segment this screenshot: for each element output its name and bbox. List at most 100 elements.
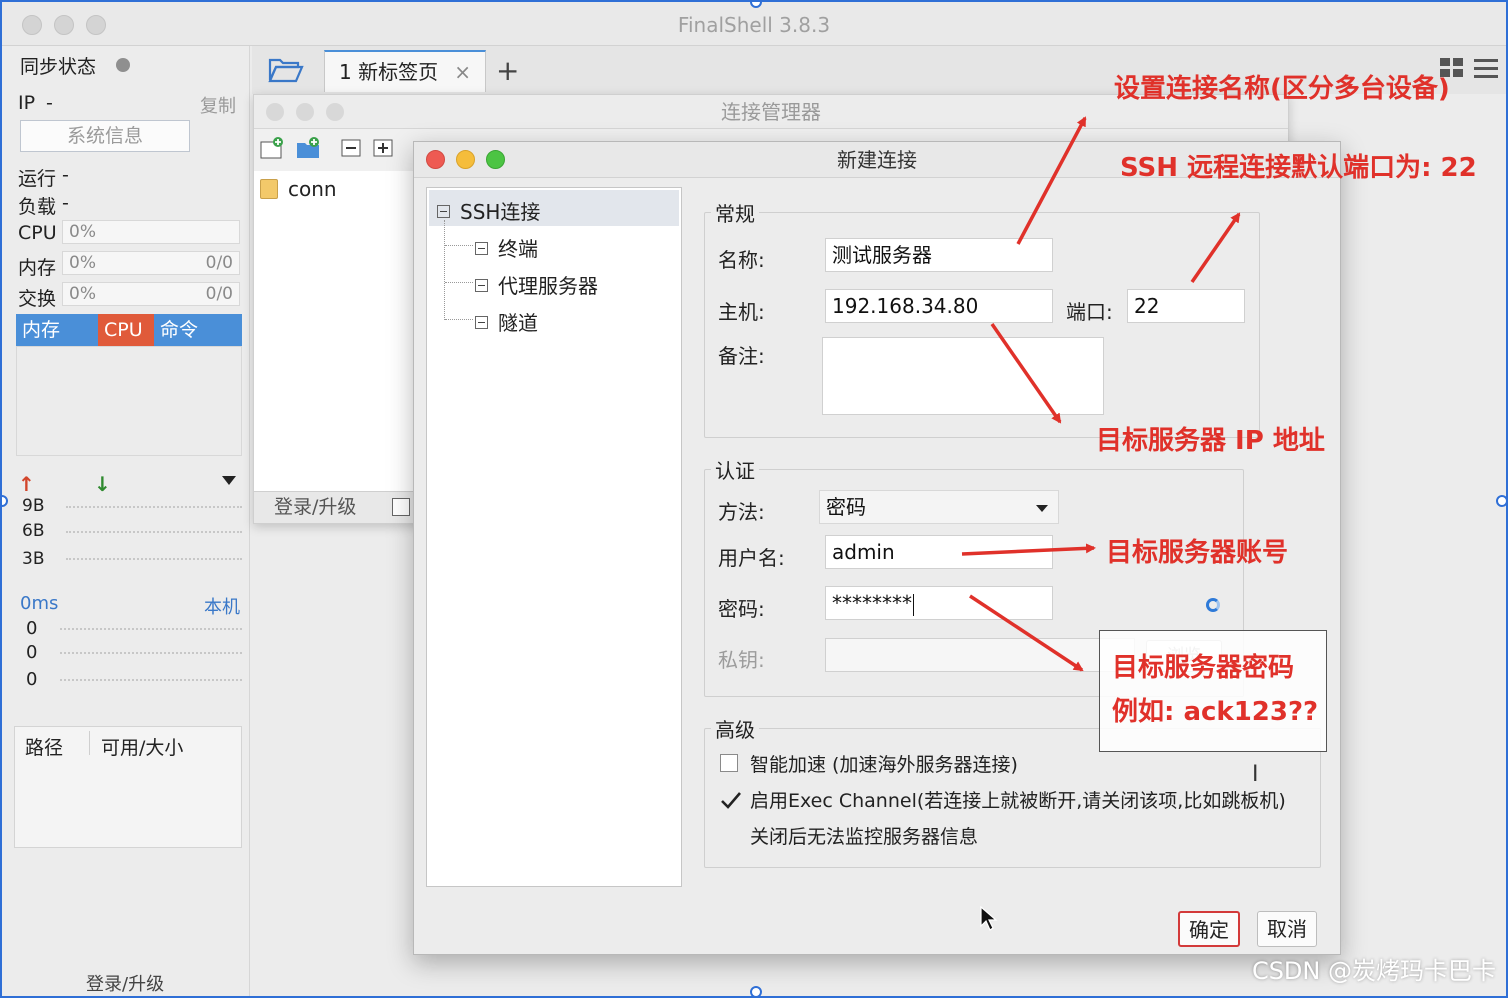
note-label: 备注: bbox=[718, 344, 765, 368]
column-divider bbox=[89, 731, 90, 755]
annotation-password-tip: 目标服务器密码 bbox=[1112, 653, 1295, 683]
net-tick-3b: 3B bbox=[22, 549, 45, 569]
close-dialog-button[interactable] bbox=[426, 150, 445, 169]
run-value: - bbox=[62, 164, 69, 186]
login-upgrade-link[interactable]: 登录/升级 bbox=[274, 496, 356, 518]
list-item[interactable]: conn bbox=[258, 177, 408, 203]
close-tab-icon[interactable]: × bbox=[454, 52, 471, 92]
tree-node-proxy[interactable]: 代理服务器 bbox=[475, 270, 598, 299]
run-label: 运行 bbox=[18, 168, 57, 190]
name-label: 名称: bbox=[718, 248, 765, 272]
latency-grid-line bbox=[60, 679, 242, 681]
tree-guide-line bbox=[445, 319, 473, 320]
net-tick-9b: 9B bbox=[22, 496, 45, 516]
exec-channel-checkbox[interactable] bbox=[720, 790, 741, 809]
open-folder-icon[interactable] bbox=[268, 56, 304, 84]
minimize-dialog-button[interactable] bbox=[456, 150, 475, 169]
collapse-all-icon[interactable] bbox=[340, 137, 364, 159]
net-grid-line bbox=[66, 558, 242, 560]
cpu-label: CPU bbox=[18, 222, 57, 244]
ok-button[interactable]: 确定 bbox=[1178, 911, 1240, 947]
selection-handle[interactable] bbox=[2, 495, 8, 507]
private-key-field[interactable] bbox=[825, 638, 1135, 672]
column-header-available-size[interactable]: 可用/大小 bbox=[101, 733, 183, 760]
copy-ip-link[interactable]: 复制 bbox=[200, 92, 236, 118]
tab-command[interactable]: 命令 bbox=[154, 314, 242, 346]
tree-collapse-icon[interactable] bbox=[437, 205, 450, 218]
password-value: ******** bbox=[832, 591, 912, 615]
minimize-window-button[interactable] bbox=[296, 103, 314, 121]
auth-legend: 认证 bbox=[715, 459, 755, 483]
monitor-tabs: 内存 CPU 命令 bbox=[16, 314, 242, 346]
selection-handle[interactable] bbox=[1496, 495, 1506, 507]
swap-usage-value: 0% bbox=[69, 284, 96, 304]
show-password-icon[interactable] bbox=[1206, 598, 1220, 612]
tree-node-tunnel[interactable]: 隧道 bbox=[475, 307, 538, 336]
smart-accel-label: 智能加速 (加速海外服务器连接) bbox=[750, 754, 1018, 776]
tree-collapse-icon[interactable] bbox=[475, 242, 488, 255]
latency-grid-line bbox=[60, 628, 242, 630]
network-interface-dropdown-icon[interactable] bbox=[222, 476, 236, 485]
cancel-button[interactable]: 取消 bbox=[1257, 911, 1317, 947]
port-field[interactable]: 22 bbox=[1127, 289, 1245, 323]
zoom-dialog-button[interactable] bbox=[486, 150, 505, 169]
note-textarea[interactable] bbox=[822, 337, 1104, 415]
app-title: FinalShell 3.8.3 bbox=[677, 13, 831, 37]
tree-node-ssh[interactable]: SSH连接 bbox=[437, 196, 540, 225]
column-header-path[interactable]: 路径 bbox=[25, 733, 63, 760]
swap-usage-bar: 0% 0/0 bbox=[62, 282, 240, 306]
load-label: 负载 bbox=[18, 196, 57, 218]
menu-icon[interactable] bbox=[1474, 58, 1498, 78]
auth-method-select[interactable]: 密码 bbox=[819, 490, 1059, 524]
annotation-user-tip: 目标服务器账号 bbox=[1106, 538, 1289, 568]
tree-collapse-icon[interactable] bbox=[475, 279, 488, 292]
system-info-button[interactable]: 系统信息 bbox=[20, 120, 190, 152]
disk-table: 路径 可用/大小 bbox=[14, 726, 242, 848]
tab-new-page[interactable]: 1 新标签页 × bbox=[324, 50, 486, 92]
text-cursor bbox=[913, 593, 914, 616]
name-field[interactable]: 测试服务器 bbox=[825, 238, 1053, 272]
private-key-label: 私钥: bbox=[718, 648, 765, 672]
tree-node-terminal[interactable]: 终端 bbox=[475, 233, 538, 262]
annotation-password-box: 目标服务器密码 例如: ack123?? bbox=[1099, 630, 1327, 752]
new-folder-icon[interactable] bbox=[296, 137, 320, 159]
folder-item-label: conn bbox=[288, 177, 337, 201]
folder-icon bbox=[260, 179, 278, 199]
sync-status-label: 同步状态 bbox=[20, 56, 97, 78]
cpu-usage-bar: 0% bbox=[62, 220, 240, 244]
host-field[interactable]: 192.168.34.80 bbox=[825, 289, 1053, 323]
connection-manager-footer: 登录/升级 bbox=[254, 491, 414, 523]
latency-tick: 0 bbox=[26, 642, 38, 663]
tab-memory[interactable]: 内存 bbox=[16, 314, 98, 346]
connection-toolbar bbox=[254, 131, 414, 171]
footer-checkbox[interactable] bbox=[392, 498, 410, 516]
smart-accel-checkbox[interactable] bbox=[720, 754, 738, 772]
text-cursor-icon: I bbox=[1252, 762, 1259, 787]
tree-collapse-icon[interactable] bbox=[475, 316, 488, 329]
general-legend: 常规 bbox=[715, 202, 755, 226]
settings-tree: SSH连接 终端 代理服务器 隧道 bbox=[426, 187, 682, 887]
connection-list: conn bbox=[254, 171, 414, 491]
tab-cpu[interactable]: CPU bbox=[98, 314, 154, 346]
memory-usage-bar: 0% 0/0 bbox=[62, 251, 240, 275]
password-field[interactable]: ******** bbox=[825, 586, 1053, 620]
close-window-button[interactable] bbox=[266, 103, 284, 121]
annotation-name-tip: 设置连接名称(区分多台设备) bbox=[1114, 74, 1450, 104]
new-connection-icon[interactable] bbox=[260, 137, 284, 159]
annotation-ip-tip: 目标服务器 IP 地址 bbox=[1096, 426, 1325, 456]
zoom-window-button[interactable] bbox=[326, 103, 344, 121]
username-field[interactable]: admin bbox=[825, 535, 1053, 569]
advanced-legend: 高级 bbox=[715, 718, 755, 742]
method-label: 方法: bbox=[718, 500, 765, 524]
selection-handle[interactable] bbox=[750, 986, 762, 996]
local-host-label[interactable]: 本机 bbox=[204, 593, 240, 619]
host-label: 主机: bbox=[718, 300, 765, 324]
memory-usage-total: 0/0 bbox=[205, 253, 233, 273]
expand-all-icon[interactable] bbox=[372, 137, 396, 159]
login-upgrade-link[interactable]: 登录/升级 bbox=[86, 970, 164, 996]
tree-node-label: 隧道 bbox=[498, 311, 538, 335]
add-tab-button[interactable]: + bbox=[496, 54, 519, 87]
ip-value: - bbox=[46, 92, 53, 114]
ip-label: IP bbox=[18, 92, 36, 114]
process-list-area bbox=[16, 346, 242, 456]
